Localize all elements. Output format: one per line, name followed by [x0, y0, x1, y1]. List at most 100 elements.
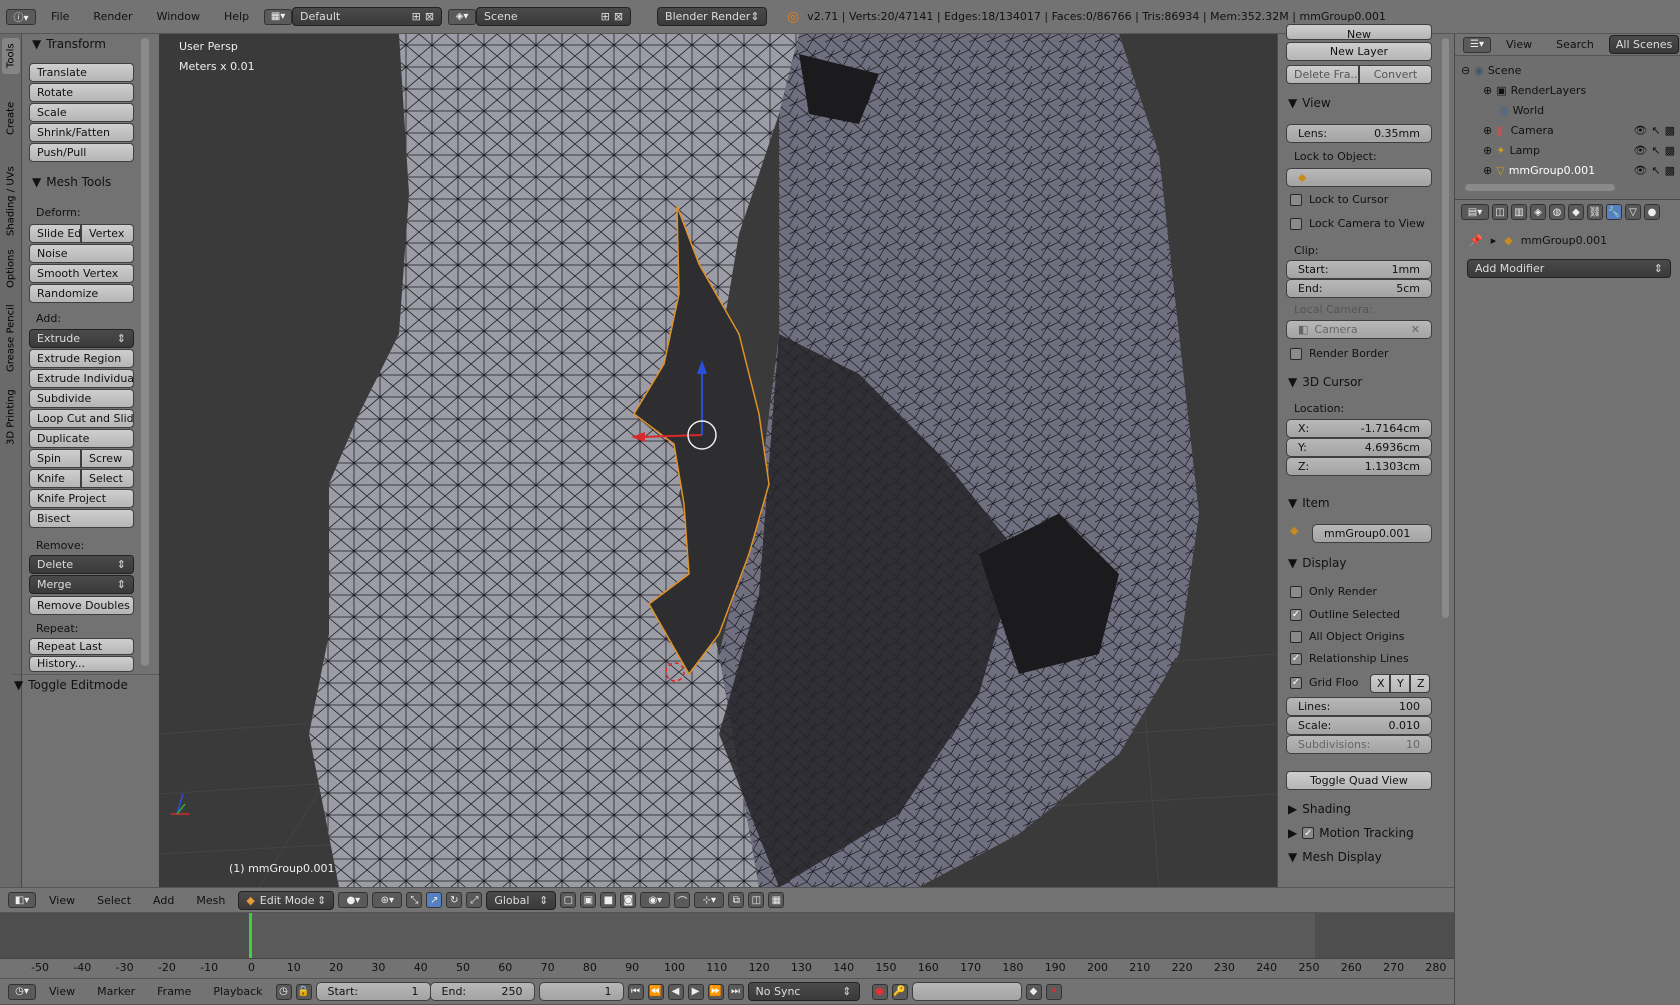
layer-icon[interactable]: ⧉ [728, 892, 745, 908]
item-name-field[interactable]: mmGroup0.001 [1312, 524, 1432, 543]
shrink-fatten-button[interactable]: Shrink/Fatten [29, 123, 134, 142]
timeline-editor-icon[interactable]: ◷▾ [8, 983, 36, 1000]
expand-icon[interactable]: ⊕ [1483, 124, 1492, 137]
keying-set-icon[interactable]: 🔑 [891, 983, 908, 1000]
add-icon[interactable]: ⊞ [601, 10, 610, 23]
extrude-menu[interactable]: Extrude ⇕ [29, 329, 134, 348]
data-tab-icon[interactable]: ▽ [1625, 204, 1641, 220]
outliner-view-menu[interactable]: View [1497, 38, 1541, 51]
render-icon[interactable]: ▩ [1665, 164, 1675, 177]
modifiers-tab-icon[interactable]: 🔧 [1606, 204, 1622, 220]
viewport-add-menu[interactable]: Add [144, 894, 183, 907]
jump-end-icon[interactable]: ⏭ [727, 983, 744, 1000]
local-camera-field[interactable]: ◧ Camera ✕ [1286, 320, 1432, 339]
next-keyframe-icon[interactable]: ⏩ [707, 983, 724, 1000]
play-icon[interactable]: ▶ [687, 983, 704, 1000]
menu-window[interactable]: Window [148, 10, 209, 23]
eye-icon[interactable]: 👁 [1633, 124, 1647, 137]
axis-z-toggle[interactable]: Z [1410, 674, 1430, 693]
spin-button[interactable]: Spin [29, 449, 81, 468]
noise-button[interactable]: Noise [29, 244, 134, 263]
item-panel-header[interactable]: ▼ Item [1288, 493, 1330, 513]
record-icon[interactable]: ● [871, 983, 888, 1000]
cursor-z-field[interactable]: Z: 1.1303cm [1286, 457, 1432, 476]
pivot-point-icon[interactable]: ⊛▾ [372, 892, 403, 908]
pin-icon[interactable]: 📌 [1469, 234, 1483, 247]
jump-start-icon[interactable]: ⏮ [627, 983, 644, 1000]
info-editor-icon[interactable]: ⓘ▾ [6, 8, 36, 25]
tree-item-renderlayers[interactable]: ⊕ ▣ RenderLayers [1461, 80, 1675, 100]
tab-shading-uvs[interactable]: Shading / UVs [2, 162, 20, 240]
vertex-button[interactable]: Vertex [81, 224, 134, 243]
opengl-render-icon[interactable]: ◫ [748, 892, 765, 908]
current-frame-marker[interactable] [249, 913, 252, 958]
lens-field[interactable]: Lens: 0.35mm [1286, 124, 1432, 143]
scene-field[interactable]: Scene ⊞ ⊠ [476, 7, 632, 26]
close-icon[interactable]: ⊠ [425, 10, 434, 23]
push-pull-button[interactable]: Push/Pull [29, 143, 134, 162]
render-engine-select[interactable]: Blender Render ⇕ [657, 7, 768, 26]
clip-end-field[interactable]: End: 5cm [1286, 279, 1432, 298]
tab-options[interactable]: Options [2, 244, 20, 294]
outliner-search-menu[interactable]: Search [1547, 38, 1603, 51]
checkmark-icon[interactable]: ✓ [1302, 827, 1315, 839]
edge-select-icon[interactable]: ▣ [580, 892, 597, 908]
limit-selection-icon[interactable]: ◙ [620, 892, 637, 908]
outliner-editor-icon[interactable]: ☰▾ [1463, 36, 1491, 53]
extrude-individual-button[interactable]: Extrude Individual [29, 369, 134, 388]
scale-button[interactable]: Scale [29, 103, 134, 122]
lock-to-cursor-checkbox[interactable]: Lock to Cursor [1290, 190, 1388, 209]
menu-render[interactable]: Render [84, 10, 141, 23]
grid-scale-field[interactable]: Scale: 0.010 [1286, 716, 1432, 735]
face-select-icon[interactable]: ■ [600, 892, 617, 908]
cursor-icon[interactable]: ↖ [1651, 164, 1660, 177]
insert-keyframe-icon[interactable]: ◆ [1025, 983, 1042, 1000]
cursor-icon[interactable]: ↖ [1651, 124, 1660, 137]
mesh-display-panel-header[interactable]: ▼ Mesh Display [1288, 847, 1382, 867]
delete-frame-button[interactable]: Delete Fra... [1286, 65, 1359, 84]
lock-camera-checkbox[interactable]: Lock Camera to View [1290, 214, 1425, 233]
extrude-region-button[interactable]: Extrude Region [29, 349, 134, 368]
close-icon[interactable]: ⊠ [614, 10, 623, 23]
convert-button[interactable]: Convert [1359, 65, 1432, 84]
3d-viewport[interactable]: User Persp Meters x 0.01 (1) mmGroup0.00… [159, 34, 1277, 887]
render-layers-tab-icon[interactable]: ▥ [1511, 204, 1527, 220]
motion-tracking-panel-header[interactable]: ▶ ✓ Motion Tracking [1288, 823, 1414, 843]
cursor-icon[interactable]: ↖ [1651, 144, 1660, 157]
expand-icon[interactable]: ⊕ [1483, 144, 1492, 157]
randomize-button[interactable]: Randomize [29, 284, 134, 303]
subdivide-button[interactable]: Subdivide [29, 389, 134, 408]
viewport-view-menu[interactable]: View [40, 894, 84, 907]
knife-project-button[interactable]: Knife Project [29, 489, 134, 508]
render-icon[interactable]: ▩ [1665, 124, 1675, 137]
display-panel-header[interactable]: ▼ Display [1288, 553, 1346, 573]
timeline-frame-menu[interactable]: Frame [148, 985, 200, 998]
toggle-editmode-header[interactable]: ▼ Toggle Editmode [12, 674, 159, 694]
grid-subdivisions-field[interactable]: Subdivisions: 10 [1286, 735, 1432, 754]
properties-editor-icon[interactable]: ▤▾ [1461, 204, 1489, 220]
tool-shelf-scrollbar[interactable] [141, 38, 149, 666]
only-render-checkbox[interactable]: Only Render [1290, 582, 1377, 601]
delete-menu[interactable]: Delete ⇕ [29, 555, 134, 574]
snap-element-icon[interactable]: ⊹▾ [694, 892, 725, 908]
timeline[interactable]: -50 -40 -30 -20 -10 0 10 20 30 40 50 60 70 80 90 100 110… [0, 913, 1454, 978]
tree-item-camera[interactable]: ⊕ ◧ Camera 👁 ↖ ▩ [1461, 120, 1675, 140]
expand-icon[interactable]: ⊕ [1483, 164, 1492, 177]
lock-object-field[interactable]: ◆ [1286, 168, 1432, 187]
play-reverse-icon[interactable]: ◀ [667, 983, 684, 1000]
world-tab-icon[interactable]: ◍ [1549, 204, 1565, 220]
remove-doubles-button[interactable]: Remove Doubles [29, 596, 134, 615]
tree-item-lamp[interactable]: ⊕ ✦ Lamp 👁 ↖ ▩ [1461, 140, 1675, 160]
outliner-scrollbar[interactable] [1465, 184, 1615, 191]
timeline-marker-menu[interactable]: Marker [88, 985, 144, 998]
toggle-quad-view-button[interactable]: Toggle Quad View [1286, 771, 1432, 790]
close-icon[interactable]: ✕ [1411, 323, 1420, 336]
tab-3d-printing[interactable]: 3D Printing [2, 382, 20, 452]
grid-lines-field[interactable]: Lines: 100 [1286, 697, 1432, 716]
screen-layout-field[interactable]: Default ⊞ ⊠ [292, 7, 443, 26]
properties-scrollbar[interactable] [1442, 38, 1449, 618]
display-mode-select[interactable]: All Scenes [1608, 35, 1680, 54]
transform-panel-header[interactable]: ▼ Transform [32, 34, 106, 54]
lock-icon[interactable]: 🔒 [295, 983, 312, 1000]
axis-x-toggle[interactable]: X [1370, 674, 1390, 693]
